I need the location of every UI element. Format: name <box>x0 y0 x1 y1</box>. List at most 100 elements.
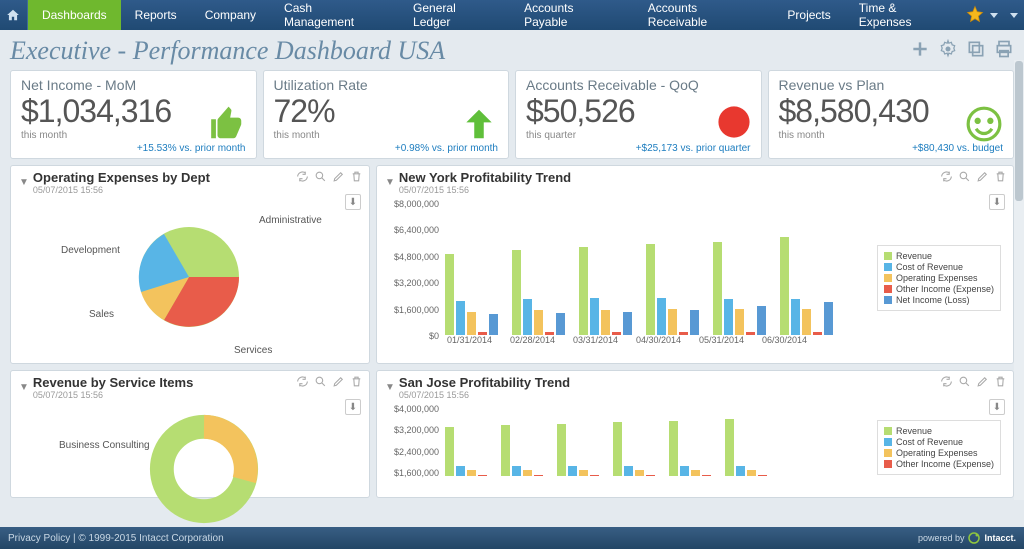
refresh-icon[interactable] <box>940 170 953 188</box>
bar <box>501 425 510 476</box>
bar <box>445 427 454 477</box>
scrollbar[interactable] <box>1014 60 1024 500</box>
legend-item: Net Income (Loss) <box>884 295 994 305</box>
bar <box>624 466 633 477</box>
edit-icon[interactable] <box>332 375 345 393</box>
arrow-up-icon <box>460 105 498 148</box>
legend-item: Cost of Revenue <box>884 437 994 447</box>
x-label: 04/30/2014 <box>634 335 683 345</box>
edit-icon[interactable] <box>332 170 345 188</box>
bar <box>646 475 655 477</box>
print-icon[interactable] <box>994 39 1014 64</box>
nav-projects[interactable]: Projects <box>773 0 844 30</box>
bar <box>735 309 744 335</box>
kpi-title: Utilization Rate <box>274 77 499 93</box>
add-icon[interactable] <box>910 39 930 64</box>
search-icon[interactable] <box>314 170 327 188</box>
kpi-card[interactable]: Accounts Receivable - QoQ$50,526this qua… <box>515 70 762 159</box>
bar <box>512 250 521 335</box>
search-icon[interactable] <box>314 375 327 393</box>
bar <box>724 299 733 335</box>
pie-label: Business Consulting <box>59 440 150 451</box>
nav-time-expenses[interactable]: Time & Expenses <box>845 0 966 30</box>
bar-group <box>646 225 699 335</box>
delete-icon[interactable] <box>994 170 1007 188</box>
bar <box>579 470 588 476</box>
refresh-icon[interactable] <box>296 375 309 393</box>
kpi-card[interactable]: Revenue vs Plan$8,580,430this month+$80,… <box>768 70 1015 159</box>
favorites-dropdown-icon[interactable] <box>990 13 998 18</box>
top-nav: DashboardsReportsCompanyCash ManagementG… <box>0 0 1024 30</box>
legend-item: Other Income (Expense) <box>884 284 994 294</box>
bar <box>534 310 543 335</box>
bar <box>780 237 789 335</box>
gear-icon[interactable] <box>938 39 958 64</box>
bar <box>523 470 532 476</box>
nav-reports[interactable]: Reports <box>121 0 191 30</box>
delete-icon[interactable] <box>350 375 363 393</box>
delete-icon[interactable] <box>350 170 363 188</box>
edit-icon[interactable] <box>976 170 989 188</box>
home-icon[interactable] <box>0 0 28 30</box>
user-dropdown-icon[interactable] <box>1010 13 1018 18</box>
x-label: 06/30/2014 <box>760 335 809 345</box>
bar-group <box>557 366 599 476</box>
bar <box>489 314 498 335</box>
bar-chart: $4,000,000$3,200,000$2,400,000$1,600,000… <box>385 400 1005 492</box>
kpi-delta: +$25,173 vs. prior quarter <box>526 143 751 154</box>
panel-timestamp: 05/07/2015 15:56 <box>399 185 571 195</box>
bar <box>813 332 822 335</box>
nav-accounts-payable[interactable]: Accounts Payable <box>510 0 634 30</box>
collapse-icon[interactable]: ▼ <box>385 177 395 188</box>
pie-label: Development <box>61 245 120 256</box>
bar <box>791 299 800 335</box>
bar <box>747 470 756 476</box>
panel-revenue-service: ▼ Revenue by Service Items 05/07/2015 15… <box>10 370 370 498</box>
refresh-icon[interactable] <box>940 375 953 393</box>
bar <box>601 310 610 335</box>
bar-group <box>613 366 655 476</box>
bar <box>467 312 476 335</box>
nav-cash-management[interactable]: Cash Management <box>270 0 399 30</box>
bar <box>746 332 755 335</box>
bar <box>680 466 689 477</box>
refresh-icon[interactable] <box>296 170 309 188</box>
bar <box>613 422 622 476</box>
nav-general-ledger[interactable]: General Ledger <box>399 0 510 30</box>
bar <box>646 244 655 335</box>
bar <box>669 421 678 477</box>
copy-icon[interactable] <box>966 39 986 64</box>
bar-group <box>713 225 766 335</box>
collapse-icon[interactable]: ▼ <box>19 177 29 188</box>
bar <box>568 466 577 477</box>
panel-ny-profitability: ▼ New York Profitability Trend 05/07/201… <box>376 165 1014 364</box>
bar <box>556 313 565 335</box>
footer-text[interactable]: Privacy Policy | © 1999-2015 Intacct Cor… <box>8 533 224 544</box>
bar <box>657 298 666 335</box>
legend-item: Cost of Revenue <box>884 262 994 272</box>
bar <box>758 475 767 477</box>
favorite-icon[interactable] <box>966 5 984 26</box>
collapse-icon[interactable]: ▼ <box>385 382 395 393</box>
search-icon[interactable] <box>958 170 971 188</box>
edit-icon[interactable] <box>976 375 989 393</box>
delete-icon[interactable] <box>994 375 1007 393</box>
bar <box>467 470 476 476</box>
bar <box>713 242 722 336</box>
bar <box>623 312 632 335</box>
kpi-card[interactable]: Utilization Rate72%this month+0.98% vs. … <box>263 70 510 159</box>
collapse-icon[interactable]: ▼ <box>19 382 29 393</box>
bar-group <box>512 225 565 335</box>
pie-label: Administrative <box>259 215 322 226</box>
kpi-card[interactable]: Net Income - MoM$1,034,316this month+15.… <box>10 70 257 159</box>
nav-dashboards[interactable]: Dashboards <box>28 0 121 30</box>
bar-group <box>445 366 487 476</box>
kpi-row: Net Income - MoM$1,034,316this month+15.… <box>0 70 1024 165</box>
bar <box>736 466 745 477</box>
bar <box>824 302 833 335</box>
search-icon[interactable] <box>958 375 971 393</box>
bar <box>612 332 621 335</box>
nav-company[interactable]: Company <box>191 0 270 30</box>
pie-chart: Administrative Services Sales Developmen… <box>19 195 361 355</box>
nav-accounts-receivable[interactable]: Accounts Receivable <box>634 0 774 30</box>
